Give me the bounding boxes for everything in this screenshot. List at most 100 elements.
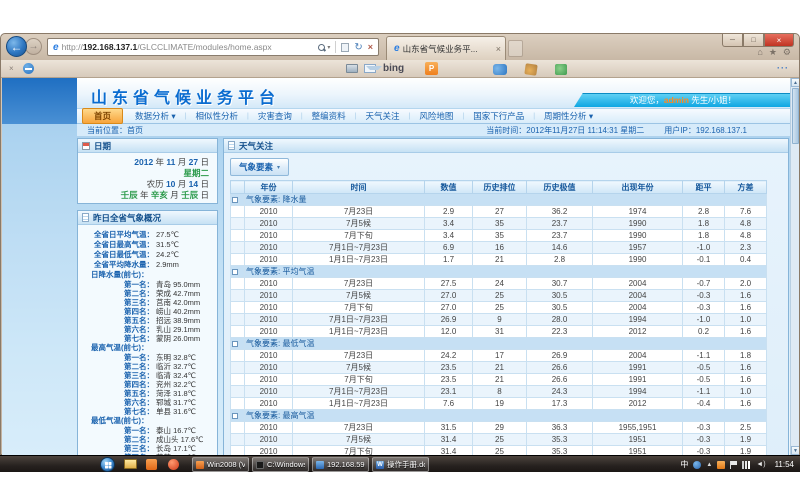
taskbar-clock: 11:54	[771, 460, 794, 469]
rank-label: 第六名：	[78, 325, 154, 334]
nav-item-6[interactable]: 风险地图	[410, 110, 462, 122]
close-sidebar-icon[interactable]: ×	[9, 64, 14, 73]
table-cell: 3.4	[425, 218, 473, 230]
nav-item-7[interactable]: 国家下行产品	[464, 110, 533, 122]
element-group-row[interactable]: 气象要素: 最低气温	[231, 338, 767, 350]
tab-favicon: e	[394, 43, 400, 54]
new-tab-button[interactable]	[508, 40, 523, 57]
row-indent-cell	[231, 386, 245, 398]
more-addons-icon[interactable]: ···	[777, 63, 789, 73]
action-center-flag-icon[interactable]	[730, 461, 737, 469]
watch-icon	[228, 141, 235, 150]
search-icon[interactable]	[318, 44, 325, 51]
main-nav: 首页数据分析 ▾|相似性分析|灾害查询|整编资料|天气关注|风险地图|国家下行产…	[77, 109, 792, 124]
divider	[335, 41, 336, 53]
maximize-button[interactable]: □	[743, 34, 764, 47]
table-cell: 1.9	[725, 446, 767, 456]
taskbar-window-0[interactable]: Win2008 (VS2...	[192, 457, 249, 472]
calendar-body: 2012 年 11 月 27 日星期二农历 10 月 14 日壬辰 年 辛亥 月…	[78, 153, 217, 201]
media-player-icon[interactable]	[168, 459, 179, 470]
mail-addon-icon[interactable]	[364, 64, 376, 73]
tab-close-icon[interactable]: ×	[493, 44, 501, 54]
nav-item-4[interactable]: 整编资料	[303, 110, 355, 122]
back-button[interactable]: ←	[6, 36, 27, 57]
table-cell: 7月1日~7月23日	[293, 386, 425, 398]
sparkle-addon-icon[interactable]	[524, 63, 537, 76]
tray-security-icon[interactable]	[717, 461, 725, 469]
volume-icon[interactable]: ◄)	[756, 461, 765, 468]
table-cell: 25	[473, 446, 527, 456]
checkbox[interactable]	[232, 197, 238, 203]
ie-favicon: e	[53, 42, 59, 53]
element-selector-button[interactable]: 气象要素▾	[230, 158, 289, 176]
scrollbar-thumb[interactable]	[792, 88, 799, 144]
close-button[interactable]: ×	[764, 34, 794, 47]
table-cell: 17	[473, 350, 527, 362]
blocker-addon-icon[interactable]	[23, 63, 34, 74]
rank-line: 第四名：兖州 32.2℃	[78, 380, 215, 389]
nav-item-2[interactable]: 相似性分析	[186, 110, 247, 122]
explorer-icon[interactable]	[124, 459, 137, 469]
home-icon[interactable]: ⌂	[757, 47, 762, 58]
table-cell: 6.9	[425, 242, 473, 254]
nav-item-3[interactable]: 灾害查询	[249, 110, 301, 122]
windows-flag-icon	[105, 462, 108, 465]
table-cell: 35	[473, 218, 527, 230]
stop-icon[interactable]: ×	[368, 42, 373, 52]
table-cell: 24.2	[425, 350, 473, 362]
quicklaunch-app-icon[interactable]	[146, 459, 157, 470]
table-cell: 2010	[245, 242, 293, 254]
taskbar-window-2[interactable]: 192.168.59.99...	[312, 457, 369, 472]
network-icon[interactable]	[742, 461, 751, 469]
element-group-row[interactable]: 气象要素: 最高气温	[231, 410, 767, 422]
bing-logo[interactable]: bing	[383, 63, 404, 74]
checkbox[interactable]	[232, 413, 238, 419]
table-cell: 7月下旬	[293, 374, 425, 386]
rank-label: 第六名：	[78, 398, 154, 407]
table-cell: -0.3	[683, 302, 725, 314]
table-cell: 7月23日	[293, 278, 425, 290]
green-addon-icon[interactable]	[555, 64, 567, 75]
tray-blue-icon[interactable]	[693, 461, 701, 469]
taskbar-window-3[interactable]: W操作手册.docx ...	[372, 457, 429, 472]
table-cell: 1月1日~7月23日	[293, 398, 425, 410]
table-row: 20107月23日27.52430.72004-0.72.0	[231, 278, 767, 290]
checkbox[interactable]	[232, 269, 238, 275]
calendar-line: 2012 年 11 月 27 日	[78, 157, 209, 168]
page-scrollbar[interactable]: ▲ ▼	[790, 78, 799, 455]
address-bar[interactable]: e http://192.168.137.1/GLCCLIMATE/module…	[47, 38, 379, 56]
search-dropdown-icon[interactable]: ▾	[327, 44, 330, 51]
compatibility-view-icon[interactable]	[341, 43, 349, 52]
breadcrumb: 当前位置：首页	[87, 125, 143, 136]
blue-addon-icon[interactable]	[493, 64, 507, 75]
taskbar-window-label: Win2008 (VS2...	[207, 460, 245, 469]
table-cell: 27.5	[425, 278, 473, 290]
card-addon-icon[interactable]	[346, 64, 358, 73]
table-cell: 24.3	[527, 386, 593, 398]
tray-expand-icon[interactable]: ▲	[706, 462, 712, 468]
nav-item-0[interactable]: 首页	[82, 108, 123, 124]
element-group-row[interactable]: 气象要素: 平均气温	[231, 266, 767, 278]
table-cell: 2010	[245, 434, 293, 446]
settings-gear-icon[interactable]: ⚙	[783, 47, 791, 58]
forward-button[interactable]: →	[25, 38, 42, 55]
orange-addon-icon[interactable]: P	[425, 62, 438, 75]
nav-item-8[interactable]: 周期性分析 ▾	[535, 110, 602, 122]
start-button[interactable]	[100, 457, 115, 472]
favorites-star-icon[interactable]: ★	[769, 47, 777, 58]
taskbar-window-1[interactable]: C:\Windows\s...	[252, 457, 309, 472]
row-indent-cell	[231, 218, 245, 230]
rank-label: 第三名：	[78, 444, 154, 453]
table-cell: 35	[473, 230, 527, 242]
element-group-row[interactable]: 气象要素: 降水量	[231, 194, 767, 206]
checkbox[interactable]	[232, 341, 238, 347]
refresh-icon[interactable]: ↻	[354, 42, 362, 53]
nav-item-1[interactable]: 数据分析 ▾	[126, 110, 185, 122]
browser-tab[interactable]: e 山东省气候业务平... ×	[386, 36, 506, 60]
nav-item-5[interactable]: 天气关注	[357, 110, 409, 122]
ime-language-indicator[interactable]: 中	[680, 459, 688, 470]
scroll-up-icon[interactable]: ▲	[791, 78, 799, 87]
table-cell: 1.7	[425, 254, 473, 266]
scroll-down-icon[interactable]: ▼	[791, 446, 799, 455]
minimize-button[interactable]: ─	[722, 34, 743, 47]
